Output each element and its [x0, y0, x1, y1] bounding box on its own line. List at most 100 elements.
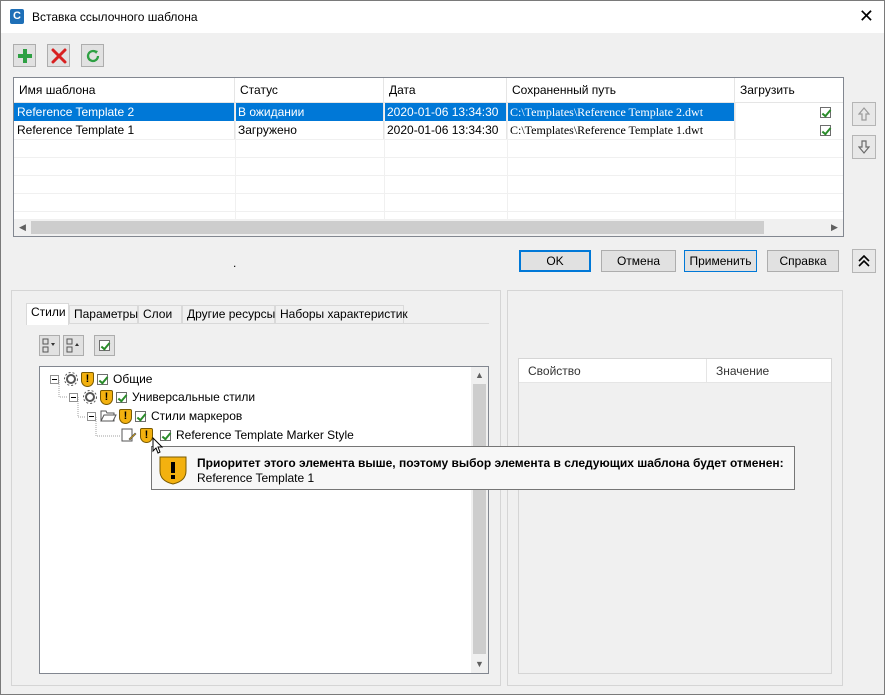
tree-node-label: Общие: [113, 372, 153, 386]
move-down-button[interactable]: [852, 135, 876, 159]
warning-icon: !: [100, 389, 113, 405]
checkbox-icon: [99, 340, 110, 351]
tooltip-title: Приоритет этого элемента выше, поэтому в…: [197, 456, 784, 470]
cell-name: Reference Template 2: [14, 103, 235, 121]
status-dot: .: [233, 256, 237, 270]
collapse-all-button[interactable]: [63, 335, 84, 356]
gear-icon: [83, 390, 97, 404]
load-checkbox[interactable]: [820, 107, 831, 119]
cell-date: 2020-01-06 13:34:30: [384, 103, 507, 121]
mouse-cursor-icon: [152, 437, 164, 454]
tree-node[interactable]: ! Стили маркеров: [87, 407, 242, 425]
move-up-button[interactable]: [852, 102, 876, 126]
load-checkbox[interactable]: [820, 125, 831, 137]
column-header-load[interactable]: Загрузить: [735, 78, 843, 103]
column-divider: [735, 103, 736, 220]
delete-x-icon: [51, 48, 66, 63]
warning-tooltip: Приоритет этого элемента выше, поэтому в…: [151, 446, 795, 490]
cell-status: В ожидании: [235, 103, 384, 121]
scroll-up-icon[interactable]: ▲: [471, 367, 488, 384]
row-divider: [14, 193, 843, 194]
cell-status: Загружено: [235, 121, 384, 139]
table-header: Имя шаблона Статус Дата Сохраненный путь…: [14, 78, 843, 103]
expand-tree-icon: [42, 338, 55, 353]
tab-other-resources[interactable]: Другие ресурсы: [182, 305, 275, 324]
scroll-left-icon[interactable]: ◀: [14, 219, 31, 236]
close-button[interactable]: ✕: [859, 7, 874, 25]
tab-layers[interactable]: Слои: [138, 305, 182, 324]
dialog-window: C Вставка ссылочного шаблона ✕ Имя шабло…: [0, 0, 885, 695]
templates-table: Имя шаблона Статус Дата Сохраненный путь…: [13, 77, 844, 237]
tab-parameters[interactable]: Параметры: [69, 305, 138, 324]
tab-underline: [26, 323, 489, 324]
scroll-right-icon[interactable]: ▶: [826, 219, 843, 236]
window-title: Вставка ссылочного шаблона: [32, 10, 198, 24]
cell-path: C:\Templates\Reference Template 2.dwt: [507, 103, 735, 121]
cell-date: 2020-01-06 13:34:30: [384, 121, 507, 139]
app-logo-icon: C: [10, 9, 24, 24]
tree-node[interactable]: ! Общие: [50, 370, 152, 388]
row-divider: [14, 211, 843, 212]
scroll-thumb[interactable]: [31, 221, 764, 234]
table-row[interactable]: Reference Template 2 В ожидании 2020-01-…: [14, 103, 843, 121]
tab-styles[interactable]: Стили: [26, 303, 69, 325]
column-header-path[interactable]: Сохраненный путь: [507, 78, 735, 103]
refresh-button[interactable]: [81, 44, 104, 67]
node-checkbox[interactable]: [135, 410, 146, 422]
warning-icon: !: [119, 408, 132, 424]
warning-icon: !: [81, 371, 94, 387]
column-header-date[interactable]: Дата: [384, 78, 507, 103]
add-template-button[interactable]: [13, 44, 36, 67]
tree-node-label: Стили маркеров: [151, 409, 243, 423]
collapse-node-icon[interactable]: [87, 411, 96, 421]
scroll-down-icon[interactable]: ▼: [471, 656, 488, 673]
title-bar: C Вставка ссылочного шаблона ✕: [1, 1, 884, 33]
arrow-down-icon: [858, 140, 870, 154]
refresh-icon: [86, 49, 99, 62]
collapse-node-icon[interactable]: [50, 374, 59, 384]
property-grid-header: Свойство Значение: [519, 359, 831, 383]
column-header-value[interactable]: Значение: [707, 359, 831, 383]
folder-open-icon: [100, 410, 117, 422]
plus-icon: [17, 48, 32, 63]
collapse-button[interactable]: [852, 249, 876, 273]
horizontal-scrollbar[interactable]: ◀ ▶: [14, 219, 843, 236]
column-header-property[interactable]: Свойство: [519, 359, 707, 383]
table-row[interactable]: Reference Template 1 Загружено 2020-01-0…: [14, 121, 843, 139]
row-divider: [14, 175, 843, 176]
cell-path: C:\Templates\Reference Template 1.dwt: [507, 121, 735, 139]
vertical-scrollbar[interactable]: ▲ ▼: [471, 367, 488, 673]
tree-node-label: Reference Template Marker Style: [176, 428, 354, 442]
arrow-up-icon: [858, 107, 870, 121]
check-all-button[interactable]: [94, 335, 115, 356]
ok-button[interactable]: OK: [519, 250, 591, 272]
warning-icon: [159, 456, 187, 485]
row-divider: [14, 157, 843, 158]
styles-tree: ! Общие ! Универсальные стили ! Стили ма…: [39, 366, 489, 674]
delete-template-button[interactable]: [47, 44, 70, 67]
row-divider: [14, 139, 843, 140]
column-header-status[interactable]: Статус: [235, 78, 384, 103]
expand-all-button[interactable]: [39, 335, 60, 356]
apply-button[interactable]: Применить: [684, 250, 757, 272]
node-checkbox[interactable]: [116, 391, 127, 403]
cell-load: [735, 103, 843, 121]
column-divider: [384, 103, 385, 220]
cell-name: Reference Template 1: [14, 121, 235, 139]
node-checkbox[interactable]: [97, 373, 108, 385]
cancel-button[interactable]: Отмена: [601, 250, 676, 272]
scroll-thumb[interactable]: [473, 384, 486, 654]
marker-style-icon: [121, 428, 137, 442]
column-divider: [235, 103, 236, 220]
column-header-name[interactable]: Имя шаблона: [14, 78, 235, 103]
tree-node[interactable]: ! Универсальные стили: [69, 388, 255, 406]
gear-icon: [64, 372, 78, 386]
double-chevron-up-icon: [858, 255, 870, 267]
collapse-node-icon[interactable]: [69, 392, 78, 402]
collapse-tree-icon: [66, 338, 79, 353]
help-button[interactable]: Справка: [767, 250, 839, 272]
tab-property-sets[interactable]: Наборы характеристик: [275, 305, 408, 324]
column-divider: [507, 103, 508, 220]
cell-load: [735, 121, 843, 139]
tree-node-label: Универсальные стили: [132, 390, 256, 404]
